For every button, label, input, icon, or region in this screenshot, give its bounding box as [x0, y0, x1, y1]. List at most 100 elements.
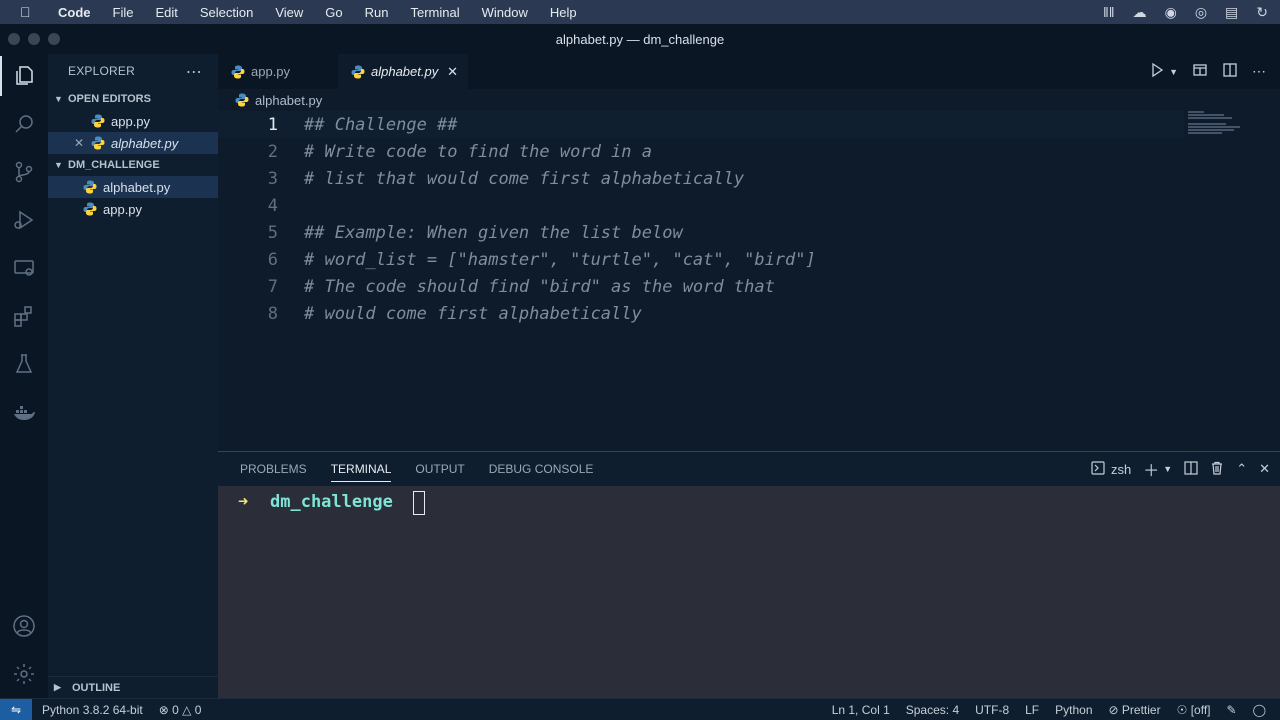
code-line[interactable]: 7 # The code should find "bird" as the w…: [218, 273, 1184, 300]
open-editor-item-app[interactable]: app.py: [48, 110, 218, 132]
run-debug-icon[interactable]: [0, 200, 48, 240]
open-preview-icon[interactable]: [1192, 62, 1208, 81]
more-actions-icon[interactable]: ⋯: [186, 62, 202, 82]
menu-go[interactable]: Go: [325, 5, 342, 20]
shield-icon[interactable]: ◎: [1195, 4, 1207, 21]
code-line[interactable]: 8 # would come first alphabetically: [218, 300, 1184, 327]
menu-edit[interactable]: Edit: [155, 5, 177, 20]
refresh-icon[interactable]: ↻: [1256, 4, 1268, 21]
chevron-down-icon[interactable]: ▼: [1169, 67, 1178, 77]
file-item-app[interactable]: app.py: [48, 198, 218, 220]
minimize-window-button[interactable]: [28, 33, 40, 45]
code-line[interactable]: 4: [218, 192, 1184, 219]
close-panel-icon[interactable]: ✕: [1259, 461, 1270, 477]
indentation[interactable]: Spaces: 4: [906, 703, 959, 717]
line-number: 5: [267, 222, 278, 243]
chevron-down-icon[interactable]: ▼: [1163, 464, 1172, 474]
terminal-output[interactable]: ➜ dm_challenge: [218, 486, 1280, 699]
run-file-icon[interactable]: [1149, 62, 1165, 81]
testing-icon[interactable]: [0, 344, 48, 384]
zoom-window-button[interactable]: [48, 33, 60, 45]
minimap-line: [1188, 117, 1232, 119]
close-tab-icon[interactable]: ✕: [447, 64, 458, 80]
toggle-icon[interactable]: ▤: [1225, 4, 1238, 21]
menu-run[interactable]: Run: [365, 5, 389, 20]
maximize-panel-icon[interactable]: ⌃: [1236, 461, 1247, 477]
extensions-icon[interactable]: [0, 296, 48, 336]
explorer-header: EXPLORER ⋯: [48, 54, 218, 88]
cloud-icon[interactable]: ☁: [1133, 4, 1147, 21]
code-line[interactable]: 2 # Write code to find the word in a: [218, 138, 1184, 165]
file-label: alphabet.py: [103, 179, 171, 195]
notifications-bell-icon[interactable]: ◯: [1253, 703, 1266, 717]
terminal-shell-icon[interactable]: [1091, 460, 1105, 478]
explorer-icon[interactable]: [0, 56, 48, 96]
account-icon[interactable]: [0, 606, 48, 646]
tab-app[interactable]: app.py: [218, 54, 338, 89]
open-editor-item-alphabet[interactable]: ✕ alphabet.py: [48, 132, 218, 154]
project-section[interactable]: ▼ DM_CHALLENGE: [48, 154, 218, 176]
menu-selection[interactable]: Selection: [200, 5, 253, 20]
settings-gear-icon[interactable]: [0, 654, 48, 694]
problems-counter[interactable]: ⊗ 0 △ 0: [159, 703, 202, 717]
source-control-icon[interactable]: [0, 152, 48, 192]
language-mode[interactable]: Python: [1055, 703, 1092, 717]
docker-icon[interactable]: [0, 392, 48, 432]
more-actions-icon[interactable]: ⋯: [1252, 63, 1266, 80]
cursor-position[interactable]: Ln 1, Col 1: [832, 703, 890, 717]
menu-app[interactable]: Code: [58, 5, 91, 20]
python-file-icon: [230, 64, 246, 80]
breadcrumb-file[interactable]: alphabet.py: [255, 93, 322, 108]
new-terminal-icon[interactable]: ＋: [1143, 457, 1159, 481]
split-editor-icon[interactable]: [1222, 62, 1238, 81]
status-left: Python 3.8.2 64-bit ⊗ 0 △ 0: [42, 703, 201, 717]
menu-window[interactable]: Window: [482, 5, 528, 20]
python-interpreter[interactable]: Python 3.8.2 64-bit: [42, 703, 143, 717]
menu-file[interactable]: File: [113, 5, 134, 20]
tab-problems[interactable]: PROBLEMS: [240, 452, 307, 486]
python-file-icon: [82, 201, 98, 217]
code-editor[interactable]: 1 ## Challenge ## 2 # Write code to find…: [218, 111, 1184, 451]
outline-title: OUTLINE: [72, 681, 121, 694]
python-file-icon: [82, 179, 98, 195]
end-of-line[interactable]: LF: [1025, 703, 1039, 717]
tab-debug-console[interactable]: DEBUG CONSOLE: [489, 452, 594, 486]
apple-icon[interactable]: : [20, 4, 40, 20]
remote-indicator-icon[interactable]: ⇋: [0, 698, 32, 720]
python-file-icon: [234, 92, 250, 108]
encoding[interactable]: UTF-8: [975, 703, 1009, 717]
check-icon: ⊘: [1108, 703, 1119, 717]
tab-label: alphabet.py: [371, 64, 439, 79]
trash-icon[interactable]: [1210, 461, 1224, 478]
code-line[interactable]: 6 # word_list = ["hamster", "turtle", "c…: [218, 246, 1184, 273]
line-number: 4: [267, 195, 278, 216]
search-icon[interactable]: [0, 104, 48, 144]
code-line[interactable]: 5 ## Example: When given the list below: [218, 219, 1184, 246]
line-number: 6: [267, 249, 278, 270]
terminal-shell-label[interactable]: zsh: [1111, 462, 1131, 477]
file-item-alphabet[interactable]: alphabet.py: [48, 176, 218, 198]
menu-view[interactable]: View: [275, 5, 303, 20]
split-terminal-icon[interactable]: [1184, 460, 1198, 478]
outline-section[interactable]: ▶ OUTLINE: [48, 676, 218, 698]
tab-output[interactable]: OUTPUT: [415, 452, 464, 486]
off-status[interactable]: ☉ [off]: [1177, 703, 1211, 717]
panel-tabs: PROBLEMS TERMINAL OUTPUT DEBUG CONSOLE z…: [218, 452, 1280, 486]
prettier-status[interactable]: ⊘ Prettier: [1109, 703, 1161, 717]
close-icon[interactable]: ✕: [74, 136, 84, 150]
tab-label: app.py: [251, 64, 291, 79]
code-line[interactable]: 3 # list that would come first alphabeti…: [218, 165, 1184, 192]
menu-terminal[interactable]: Terminal: [411, 5, 460, 20]
tab-terminal[interactable]: TERMINAL: [330, 452, 391, 486]
menu-help[interactable]: Help: [550, 5, 577, 20]
status-bar: ⇋ Python 3.8.2 64-bit ⊗ 0 △ 0 Ln 1, Col …: [0, 698, 1280, 720]
bars-icon[interactable]: ‖‖: [1103, 4, 1115, 20]
remote-explorer-icon[interactable]: [0, 248, 48, 288]
feedback-icon[interactable]: ✎: [1227, 703, 1237, 717]
open-editors-section[interactable]: ▼ OPEN EDITORS: [48, 88, 218, 110]
close-window-button[interactable]: [8, 33, 20, 45]
bell-icon[interactable]: ◉: [1165, 4, 1177, 21]
minimap[interactable]: [1184, 111, 1280, 451]
code-line[interactable]: 1 ## Challenge ##: [218, 111, 1184, 138]
tab-alphabet[interactable]: alphabet.py ✕: [338, 54, 468, 89]
